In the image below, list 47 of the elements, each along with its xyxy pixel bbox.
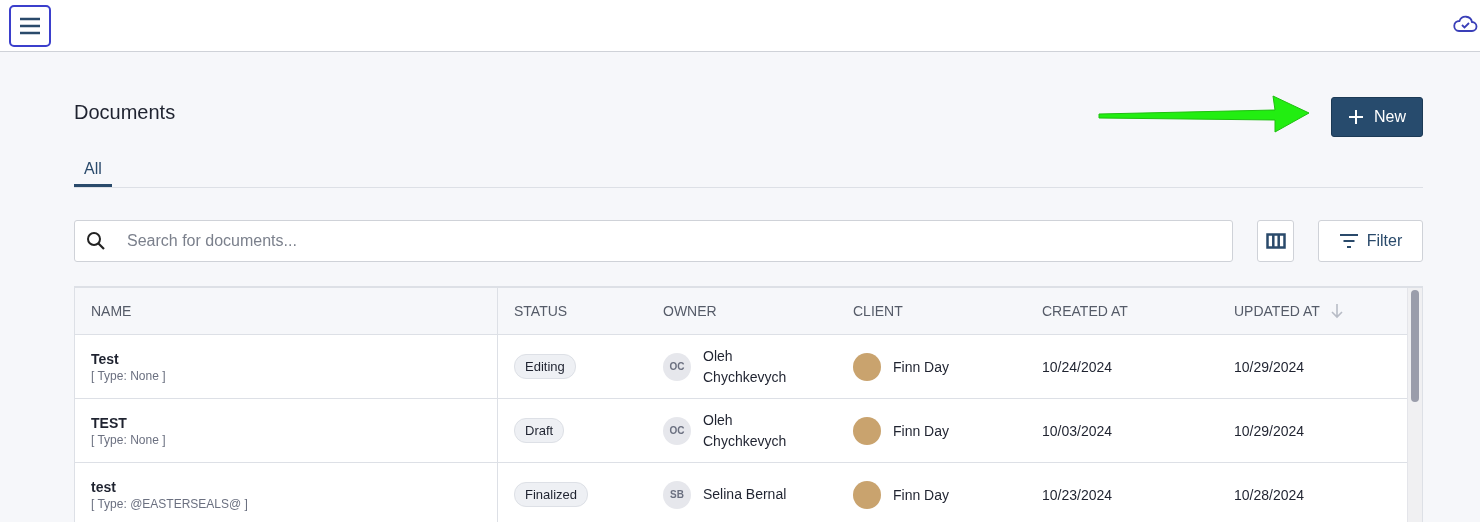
owner-name: Oleh Chychkevych	[703, 410, 788, 451]
document-name[interactable]: test	[91, 478, 116, 495]
column-header[interactable]: UPDATED AT	[1218, 288, 1407, 334]
menu-icon	[18, 15, 42, 36]
columns-button[interactable]	[1257, 220, 1294, 262]
document-name[interactable]: Test	[91, 350, 119, 367]
scrollbar-thumb[interactable]	[1411, 290, 1419, 402]
columns-icon	[1265, 233, 1286, 249]
owner-name: Selina Bernal	[703, 485, 787, 504]
owner-avatar: OC	[663, 352, 691, 381]
client-name: Finn Day	[893, 486, 950, 503]
updated-date: 10/29/2024	[1234, 358, 1305, 375]
page-title: Documents	[74, 99, 176, 124]
created-date: 10/24/2024	[1042, 358, 1113, 375]
photo-placeholder	[853, 352, 881, 381]
client-name: Finn Day	[893, 358, 950, 375]
created-date: 10/03/2024	[1042, 422, 1113, 439]
new-button[interactable]: New	[1331, 97, 1423, 137]
document-type: [ Type: @EASTERSEALS@ ]	[91, 496, 248, 511]
status-badge: Finalized	[514, 482, 589, 507]
status-badge: Draft	[514, 418, 565, 443]
search-icon	[86, 231, 106, 251]
column-header[interactable]: CREATED AT	[1026, 288, 1218, 334]
updated-date: 10/29/2024	[1234, 422, 1305, 439]
column-header[interactable]: OWNER	[647, 288, 837, 334]
filter-button[interactable]: Filter	[1318, 220, 1423, 262]
plus-icon	[1348, 109, 1364, 125]
column-header[interactable]: NAME	[75, 288, 498, 334]
document-name[interactable]: TEST	[91, 414, 127, 431]
client-name: Finn Day	[893, 422, 950, 439]
menu-button[interactable]	[9, 4, 51, 47]
owner-avatar: OC	[663, 416, 691, 445]
photo-placeholder	[853, 416, 881, 445]
search-field[interactable]: Search for documents...	[74, 220, 1233, 262]
document-type: [ Type: None ]	[91, 368, 166, 383]
column-header[interactable]: CLIENT	[837, 288, 1026, 334]
updated-date: 10/28/2024	[1234, 486, 1305, 503]
photo-placeholder	[853, 480, 881, 509]
document-type: [ Type: None ]	[91, 432, 166, 447]
tab[interactable]: All	[74, 152, 112, 187]
filter-icon	[1338, 233, 1359, 249]
status-badge: Editing	[514, 354, 576, 379]
owner-avatar: SB	[663, 480, 691, 509]
column-header[interactable]: STATUS	[498, 288, 647, 334]
owner-name: Oleh Chychkevych	[703, 346, 788, 387]
cloud-check-icon[interactable]	[1452, 13, 1478, 34]
created-date: 10/23/2024	[1042, 486, 1113, 503]
